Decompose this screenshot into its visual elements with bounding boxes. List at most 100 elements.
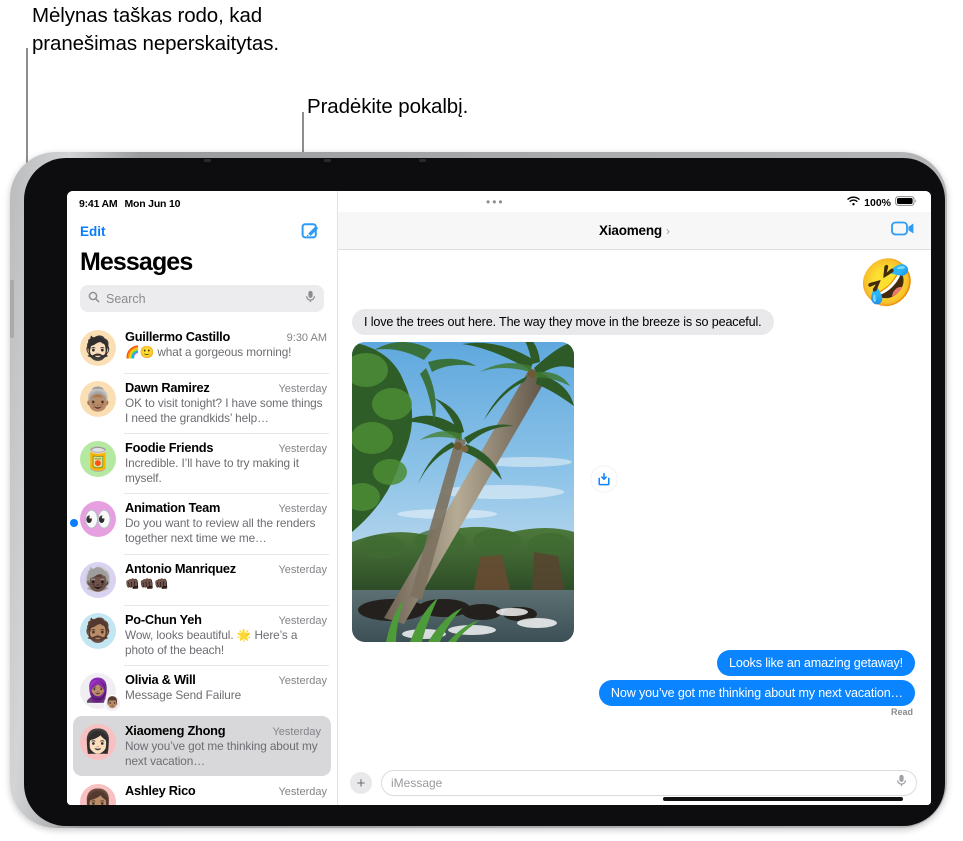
imessage-placeholder: iMessage — [391, 776, 443, 790]
status-date: Mon Jun 10 — [124, 198, 181, 210]
conversation-item-header: Dawn Ramirez Yesterday — [125, 380, 327, 395]
ipad-device-frame: 9:41 AM Mon Jun 10 Edit Messages Search … — [10, 152, 947, 828]
conversation-list-item[interactable]: 👀 Animation Team Yesterday Do you want to r… — [67, 493, 337, 553]
plus-icon[interactable]: + — [350, 772, 372, 794]
magnifier-icon — [88, 290, 100, 308]
conversation-list-item[interactable]: 🧔🏽 Po-Chun Yeh Yesterday Wow, looks beautif… — [67, 604, 337, 665]
message-bubble-incoming[interactable]: I love the trees out here. The way they … — [352, 309, 774, 335]
conversation-preview: OK to visit tonight? I have some things … — [125, 396, 323, 426]
conversation-name: Olivia & Will — [125, 671, 196, 687]
sidebar-toolbar: Edit — [67, 210, 337, 242]
conversation-timestamp: Yesterday — [278, 503, 327, 516]
conversation-item-header: Animation Team Yesterday — [125, 500, 327, 515]
conversation-name: Antonio Manriquez — [125, 560, 236, 576]
conversation-item-body: Olivia & Will Yesterday Message Send Failu… — [125, 672, 327, 703]
wifi-icon — [847, 196, 860, 209]
conversation-list-item[interactable]: 👵🏽 Dawn Ramirez Yesterday OK to visit tonig… — [67, 373, 337, 433]
conversation-item-body: Foodie Friends Yesterday Incredible. I’ll … — [125, 440, 327, 486]
conversation-name: Po-Chun Yeh — [125, 611, 202, 627]
unread-indicator-dot — [70, 519, 78, 528]
video-camera-icon[interactable] — [891, 220, 915, 241]
message-bubble-outgoing[interactable]: Looks like an amazing getaway! — [716, 650, 915, 676]
device-bezel: 9:41 AM Mon Jun 10 Edit Messages Search … — [24, 158, 945, 826]
conversation-pane: ••• 100% Xiaomeng › 🤣 I love the trees o… — [338, 191, 931, 805]
conversation-title[interactable]: Xiaomeng — [599, 223, 662, 238]
avatar: 👵🏽 — [80, 381, 116, 417]
search-input[interactable]: Search — [80, 285, 324, 312]
status-time: 9:41 AM — [79, 198, 118, 210]
battery-full-icon — [895, 196, 917, 209]
conversation-preview: 👊🏿👊🏿👊🏿 — [125, 576, 169, 591]
conversation-item-header: Po-Chun Yeh Yesterday — [125, 612, 327, 627]
message-row-outgoing-2: Now you’ve got me thinking about my next… — [352, 680, 915, 706]
reaction-emoji: 🤣 — [858, 257, 915, 308]
status-bar-right: ••• 100% — [338, 191, 931, 212]
avatar: 🧓🏿 — [80, 561, 116, 598]
window-handle-dots[interactable]: ••• — [486, 196, 505, 208]
conversation-list-item[interactable]: 🧓🏿 Antonio Manriquez Yesterday 👊🏿👊🏿👊🏿 — [67, 553, 337, 605]
screenshot-root: Mėlynas taškas rodo, kad pranešimas nepe… — [0, 0, 963, 841]
conversation-item-body: Antonio Manriquez Yesterday 👊🏿👊🏿👊🏿 — [125, 561, 327, 592]
conversation-name: Animation Team — [125, 500, 221, 516]
conversation-item-header: Antonio Manriquez Yesterday — [125, 561, 327, 576]
conversation-item-header: Xiaomeng Zhong Yesterday — [125, 723, 321, 738]
conversation-header: Xiaomeng › — [338, 212, 931, 250]
chevron-right-icon[interactable]: › — [666, 224, 670, 238]
read-receipt: Read — [890, 707, 913, 717]
avatar: 🥫 — [80, 441, 116, 478]
conversation-item-header: Ashley Rico Yesterday — [125, 783, 327, 798]
avatar: 👀 — [80, 501, 116, 538]
status-indicators: 100% — [847, 196, 917, 209]
search-container: Search — [67, 285, 337, 322]
edit-button[interactable]: Edit — [80, 224, 106, 239]
conversation-item-body: Dawn Ramirez Yesterday OK to visit tonight… — [125, 380, 327, 426]
conversation-list-item[interactable]: 🧕🏽 👨🏽 Olivia & Will Yesterday Message Send F… — [67, 664, 337, 716]
avatar: 🧔🏻 — [80, 330, 116, 366]
conversation-timestamp: Yesterday — [278, 785, 327, 798]
conversation-name: Ashley Rico — [125, 782, 196, 798]
conversation-preview: 🌈🙂 what a gorgeous morning! — [125, 345, 292, 359]
conversation-list-item[interactable]: 🥫 Foodie Friends Yesterday Incredible. I’ll… — [67, 433, 337, 493]
avatar: 🧕🏽 👨🏽 — [80, 672, 121, 712]
message-row-outgoing-1: Looks like an amazing getaway! — [352, 650, 915, 676]
page-title: Messages — [80, 248, 193, 276]
conversation-preview: Wow, looks beautiful. 🌟 Here’s a photo o… — [125, 627, 298, 657]
conversation-name: Xiaomeng Zhong — [125, 722, 226, 738]
conversation-list-item[interactable]: 👩🏽 Ashley Rico Yesterday — [67, 776, 337, 805]
search-placeholder: Search — [106, 291, 146, 306]
device-sensor-dots — [204, 159, 504, 163]
battery-percent-label: 100% — [864, 196, 891, 209]
conversation-preview: Incredible. I’ll have to try making it m… — [125, 456, 299, 486]
avatar: 👩🏻 — [80, 723, 116, 760]
callout-compose-text: Pradėkite pokalbį. — [307, 95, 469, 118]
message-thread: 🤣 I love the trees out here. The way the… — [338, 250, 931, 761]
conversation-item-body: Animation Team Yesterday Do you want to re… — [125, 500, 327, 546]
conversation-list[interactable]: 🧔🏻 Guillermo Castillo 9:30 AM 🌈🙂 what a gor… — [67, 322, 337, 805]
conversation-list-item[interactable]: 🧔🏻 Guillermo Castillo 9:30 AM 🌈🙂 what a gor… — [67, 322, 337, 373]
conversation-timestamp: Yesterday — [278, 674, 327, 687]
conversation-item-body: Guillermo Castillo 9:30 AM 🌈🙂 what a gorge… — [125, 329, 327, 360]
microphone-icon[interactable] — [305, 290, 316, 308]
status-bar-left: 9:41 AM Mon Jun 10 — [67, 191, 337, 210]
conversation-name: Dawn Ramirez — [125, 380, 210, 395]
conversation-timestamp: Yesterday — [278, 563, 327, 576]
device-screen: 9:41 AM Mon Jun 10 Edit Messages Search … — [67, 191, 931, 805]
conversation-item-header: Foodie Friends Yesterday — [125, 440, 327, 455]
conversation-preview: Now you’ve got me thinking about my next… — [125, 738, 318, 768]
conversation-preview: Do you want to review all the renders to… — [125, 516, 316, 546]
save-to-photos-icon[interactable] — [591, 466, 617, 492]
conversation-item-header: Guillermo Castillo 9:30 AM — [125, 329, 327, 344]
photo-attachment[interactable] — [352, 342, 574, 642]
message-bubble-outgoing[interactable]: Now you’ve got me thinking about my next… — [598, 680, 915, 706]
device-side-button — [10, 280, 14, 338]
conversation-timestamp: Yesterday — [272, 725, 321, 738]
conversation-item-header: Olivia & Will Yesterday — [125, 672, 327, 687]
imessage-input[interactable]: iMessage — [381, 770, 917, 796]
home-indicator[interactable] — [663, 797, 903, 801]
compose-pencil-icon[interactable] — [301, 221, 321, 241]
conversation-timestamp: 9:30 AM — [286, 332, 327, 344]
conversation-list-item[interactable]: 👩🏻 Xiaomeng Zhong Yesterday Now you’ve got … — [73, 715, 331, 776]
conversation-item-body: Xiaomeng Zhong Yesterday Now you’ve got me… — [125, 723, 321, 769]
message-row-incoming: I love the trees out here. The way they … — [352, 309, 915, 335]
microphone-icon[interactable] — [896, 774, 907, 792]
